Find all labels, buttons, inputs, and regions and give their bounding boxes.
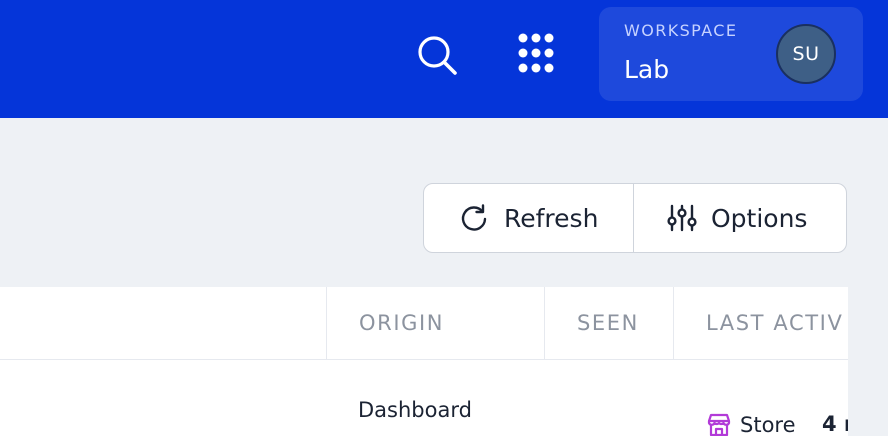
activity-table: ORIGIN SEEN LAST ACTIV Dashboard Store 4… [0,287,848,436]
origin-cell: Dashboard [358,398,472,422]
search-icon [418,36,457,75]
column-header-last-activity[interactable]: LAST ACTIV [673,287,848,359]
options-label: Options [711,203,808,233]
apps-menu-button[interactable] [514,32,564,78]
refresh-label: Refresh [504,203,599,233]
table-row[interactable]: Dashboard Store 4 r [0,360,848,436]
sliders-icon [667,204,697,232]
app-page: WORKSPACE Lab SU Refresh Options ORIGIN … [0,0,888,436]
workspace-label: WORKSPACE [624,21,738,40]
avatar-initials: SU [792,43,820,65]
last-activity-time: 4 r [822,412,848,436]
column-header-seen[interactable]: SEEN [544,287,673,359]
options-button[interactable]: Options [634,184,846,252]
last-activity-type: Store [740,413,796,436]
last-activity-cell: Store [706,412,796,436]
refresh-icon [461,204,487,231]
search-button[interactable] [414,32,460,78]
toolbar: Refresh Options [423,183,847,253]
top-bar: WORKSPACE Lab SU [0,0,888,118]
store-icon [707,413,731,436]
refresh-button[interactable]: Refresh [424,184,634,252]
workspace-switcher[interactable]: WORKSPACE Lab SU [599,7,863,101]
table-header: ORIGIN SEEN LAST ACTIV [0,287,848,360]
avatar[interactable]: SU [776,24,836,84]
workspace-name: Lab [624,55,670,84]
apps-grid-icon [518,33,554,73]
column-header-origin[interactable]: ORIGIN [326,287,544,359]
